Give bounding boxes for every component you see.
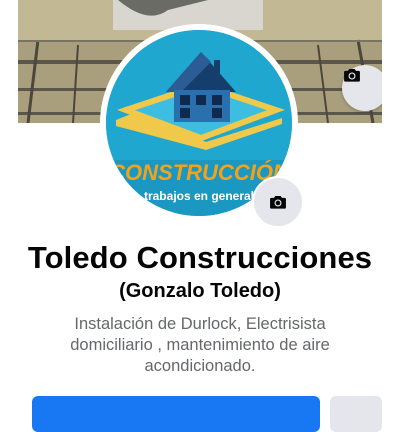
cover-camera-button[interactable]: [342, 65, 382, 111]
camera-icon: [270, 196, 286, 209]
profile-alternate-name: (Gonzalo Toledo): [119, 280, 281, 302]
profile-picture-camera-button[interactable]: [252, 176, 304, 228]
secondary-action-button[interactable]: [330, 396, 382, 432]
primary-action-button[interactable]: [32, 396, 320, 432]
logo-subtext: trabajos en general: [144, 189, 254, 203]
camera-icon: [344, 69, 360, 82]
profile-name: Toledo Construcciones: [27, 240, 373, 275]
profile-bio: Instalación de Durlock, Electrisista dom…: [70, 315, 330, 375]
